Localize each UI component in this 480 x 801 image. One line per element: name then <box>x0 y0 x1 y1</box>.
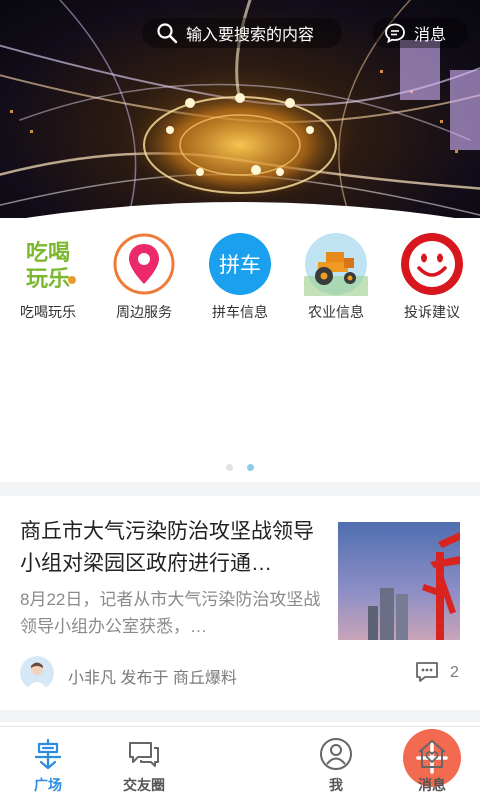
feed-item-thumbnail[interactable] <box>338 522 460 640</box>
page-indicator <box>0 458 480 476</box>
svg-text:吃喝: 吃喝 <box>26 240 70 266</box>
svg-text:拼车: 拼车 <box>219 253 261 277</box>
feed-item-title[interactable]: 商丘市大气污染防治攻坚战领导小组对梁园区政府进行通… <box>20 516 322 580</box>
category-nearby-services[interactable]: 周边服务 <box>96 232 192 322</box>
tab-label: 交友圈 <box>123 777 165 793</box>
category-grid: 吃喝 玩乐 吃喝玩乐 周边服务 拼车 拼车信息 农业信息 投诉建议 <box>0 218 480 482</box>
tab-friends[interactable]: 交友圈 <box>96 733 192 795</box>
smiley-icon <box>401 233 463 295</box>
banner-carousel[interactable]: 输入要搜索的内容 消息 <box>0 0 480 240</box>
category-label: 投诉建议 <box>404 304 460 320</box>
message-button[interactable]: 消息 <box>372 18 468 48</box>
tab-square[interactable]: 广场 <box>0 733 96 795</box>
home-heart-icon <box>418 740 446 768</box>
feed-item[interactable]: 商丘市大气污染防治攻坚战领导小组对梁园区政府进行通… 8月22日，记者从市大气污… <box>0 496 480 710</box>
category-label: 吃喝玩乐 <box>20 304 76 320</box>
bottom-nav: 广场 交友圈 我 消息 <box>0 726 480 801</box>
food-fun-icon: 吃喝 玩乐 <box>26 240 76 292</box>
comment-count: 2 <box>450 664 459 681</box>
category-food-fun[interactable]: 吃喝 玩乐 吃喝玩乐 <box>0 232 96 322</box>
search-placeholder: 输入要搜索的内容 <box>186 27 315 44</box>
tab-messages[interactable]: 消息 <box>384 733 480 795</box>
category-agriculture[interactable]: 农业信息 <box>288 232 384 322</box>
user-icon <box>320 738 352 770</box>
comment-icon[interactable] <box>414 660 440 684</box>
svg-text:玩乐: 玩乐 <box>26 267 70 292</box>
search-icon <box>157 23 178 44</box>
category-carpool[interactable]: 拼车 拼车信息 <box>192 232 288 322</box>
avatar[interactable] <box>20 656 54 690</box>
feed-item-author: 小非凡 发布于 商丘爆料 <box>68 670 237 687</box>
tab-label: 广场 <box>34 777 62 793</box>
feed-item-summary: 8月22日，记者从市大气污染防治攻坚战领导小组办公室获悉，… <box>20 590 321 636</box>
square-icon <box>34 738 62 770</box>
tab-me[interactable]: 我 <box>288 733 384 795</box>
tab-label: 我 <box>329 777 343 793</box>
category-label: 周边服务 <box>116 304 172 320</box>
carpool-icon: 拼车 <box>209 233 271 295</box>
tractor-icon <box>304 233 368 296</box>
category-label: 农业信息 <box>308 304 364 320</box>
page-dot-active <box>247 464 255 471</box>
search-bar[interactable]: 输入要搜索的内容 <box>142 18 342 48</box>
message-label: 消息 <box>414 27 447 44</box>
page-dot <box>225 464 233 471</box>
chat-bubbles-icon <box>129 742 159 767</box>
category-complaints[interactable]: 投诉建议 <box>384 232 480 322</box>
tab-label: 消息 <box>418 777 446 793</box>
message-bubble-icon <box>385 23 405 44</box>
location-pin-icon <box>113 233 175 295</box>
category-label: 拼车信息 <box>212 304 268 320</box>
